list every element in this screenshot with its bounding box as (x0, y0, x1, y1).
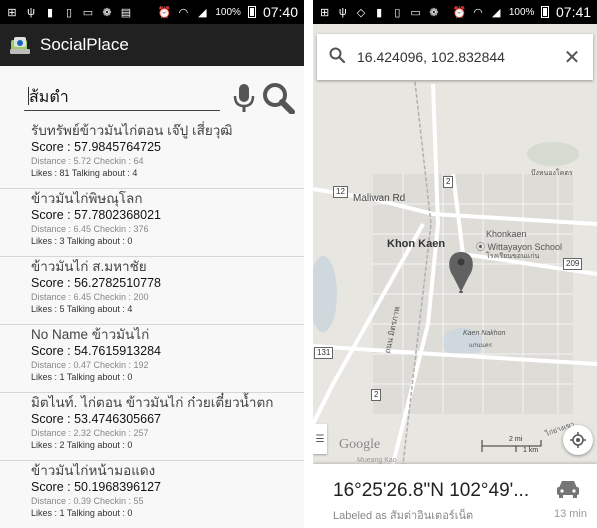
alarm-icon: ⏰ (452, 6, 467, 19)
list-item[interactable]: ข้าวมันไก่หน้ามอแดง Score : 50.196839612… (0, 461, 304, 528)
place-name: รับทรัพย์ข้าวมันไก่ตอน เจ๊ปู เสี่ยวุฒิ (31, 123, 233, 138)
road-shield-12: 12 (333, 186, 348, 198)
signal-icon: ◢ (198, 6, 207, 19)
sd-card-icon: ▯ (65, 6, 73, 19)
wifi-icon: ◠ (178, 6, 189, 19)
place-likes: Likes : 2 Talking about : 0 (31, 440, 133, 450)
top-right-place-label: บึงหนองโคตร (531, 170, 573, 177)
search-icon[interactable] (259, 82, 299, 115)
place-name: มิตไนท์. ไก่ตอน ข้าวมันไก่ ก๋วยเตี๋ยวน้ำ… (31, 395, 274, 410)
place-distance-checkin: Distance : 6.45 Checkin : 200 (31, 292, 149, 302)
place-likes: Likes : 81 Talking about : 4 (31, 168, 138, 178)
add-notification-icon: ⊞ (319, 6, 330, 19)
maliwan-road-label: Maliwan Rd (353, 193, 406, 204)
sd-card-icon: ▯ (394, 6, 401, 19)
place-likes: Likes : 3 Talking about : 0 (31, 236, 133, 246)
location-icon: ◇ (356, 6, 366, 19)
map-scale-bar: 2 mi 1 km (481, 436, 543, 456)
road-shield-209: 209 (563, 258, 583, 270)
battery-100-icon: ▭ (410, 6, 421, 19)
search-input[interactable]: ส้มตำ (24, 85, 220, 111)
alarm-icon: ⏰ (157, 6, 172, 19)
battery-percent: 100% (215, 6, 241, 18)
google-logo: Google (339, 437, 381, 452)
place-info-card[interactable]: 16°25'26.8"N 102°49'... Labeled as สัมต่… (313, 464, 597, 528)
menu-drawer-handle[interactable]: ☰ (313, 424, 327, 454)
place-name: No Name ข้าวมันไก่ (31, 327, 150, 342)
place-likes: Likes : 1 Talking about : 0 (31, 508, 133, 518)
lock-icon: ▮ (46, 6, 54, 19)
search-input-value: ส้มตำ (29, 89, 69, 106)
kaen-nakhon-thai-label: แก่นนคร (469, 343, 492, 349)
kaen-nakhon-label: Kaen Nakhon (463, 330, 506, 337)
battery-icon (541, 6, 549, 18)
battery-percent: 100% (508, 6, 535, 18)
place-distance-checkin: Distance : 6.45 Checkin : 376 (31, 224, 149, 234)
map-search-query: 16.424096, 102.832844 (357, 49, 505, 65)
school-thai-label: โรงเรียนขอนแก่น (486, 253, 540, 260)
app-bar: SocialPlace (0, 24, 304, 66)
place-distance-checkin: Distance : 5.72 Checkin : 64 (31, 156, 144, 166)
close-icon[interactable]: ✕ (561, 46, 583, 69)
scale-miles: 2 mi (509, 436, 523, 443)
place-label: Labeled as สัมต่าอินเตอร์เน็ต (333, 510, 474, 522)
place-coordinate: 16°25'26.8"N 102°49'... (333, 480, 530, 501)
list-item[interactable]: No Name ข้าวมันไก่ Score : 54.7615913284… (0, 325, 304, 393)
mueang-kao-label: Mueang Kao (357, 457, 397, 464)
results-list: รับทรัพย์ข้าวมันไก่ตอน เจ๊ปู เสี่ยวุฒิ S… (0, 121, 304, 528)
microphone-icon[interactable] (233, 82, 255, 114)
status-time: 07:40 (262, 4, 298, 20)
left-phone-screen: ⊞ ψ ▮ ▯ ▭ ❁ ▤ ⏰ ◠ ◢ 100% 07:40 SocialPla… (0, 0, 304, 528)
place-name: ข้าวมันไก่พิษณุโลก (31, 191, 143, 206)
right-phone-screen: ⊞ ψ ◇ ▮ ▯ ▭ ❁ ⏰ ◠ ◢ 100% 07:41 12 Maliwa… (313, 0, 597, 528)
wifi-icon: ◠ (473, 6, 483, 19)
place-name: ข้าวมันไก่ ส.มหาชัย (31, 259, 147, 274)
place-distance-checkin: Distance : 2.32 Checkin : 257 (31, 428, 149, 438)
place-score: Score : 57.7802368021 (31, 208, 161, 222)
scale-km: 1 km (523, 447, 539, 454)
place-score: Score : 50.1968396127 (31, 480, 161, 494)
crosshair-icon (570, 432, 586, 448)
place-distance-checkin: Distance : 0.47 Checkin : 192 (31, 360, 149, 370)
signal-icon: ◢ (491, 6, 501, 19)
road-shield-2-bottom: 2 (371, 389, 382, 401)
status-bar: ⊞ ψ ▮ ▯ ▭ ❁ ▤ ⏰ ◠ ◢ 100% 07:40 (0, 0, 304, 24)
status-time: 07:41 (556, 4, 592, 20)
usb-icon: ψ (27, 6, 35, 18)
app-icon: ❁ (429, 6, 439, 19)
road-shield-2-top: 2 (443, 176, 454, 188)
list-item[interactable]: รับทรัพย์ข้าวมันไก่ตอน เจ๊ปู เสี่ยวุฒิ S… (0, 121, 304, 189)
status-bar: ⊞ ψ ◇ ▮ ▯ ▭ ❁ ⏰ ◠ ◢ 100% 07:41 (313, 0, 597, 24)
place-score: Score : 54.7615913284 (31, 344, 161, 358)
image-icon: ▤ (120, 6, 132, 19)
battery-100-icon: ▭ (82, 6, 94, 19)
place-score: Score : 57.9845764725 (31, 140, 161, 154)
place-score: Score : 53.4746305667 (31, 412, 161, 426)
lock-icon: ▮ (376, 6, 383, 19)
road-shield-131: 131 (314, 347, 334, 359)
drive-time: 13 min (553, 508, 587, 520)
list-item[interactable]: ข้าวมันไก่ ส.มหาชัย Score : 56.278251077… (0, 257, 304, 325)
list-item[interactable]: ข้าวมันไก่พิษณุโลก Score : 57.7802368021… (0, 189, 304, 257)
khon-kaen-city-label: Khon Kaen (387, 238, 446, 250)
usb-icon: ψ (338, 6, 347, 18)
place-name: ข้าวมันไก่หน้ามอแดง (31, 463, 156, 478)
place-likes: Likes : 1 Talking about : 0 (31, 372, 133, 382)
search-row: ส้มตำ (24, 80, 302, 116)
place-distance-checkin: Distance : 0.39 Checkin : 55 (31, 496, 144, 506)
list-item[interactable]: มิตไนท์. ไก่ตอน ข้าวมันไก่ ก๋วยเตี๋ยวน้ำ… (0, 393, 304, 461)
place-score: Score : 56.2782510778 (31, 276, 161, 290)
khonkaen-school-label: Khonkaen (486, 229, 527, 239)
app-icon: ❁ (102, 6, 112, 19)
map-search-bar[interactable]: 16.424096, 102.832844 ✕ (317, 34, 593, 80)
app-logo-icon[interactable] (8, 34, 32, 56)
battery-icon (247, 6, 256, 18)
car-icon[interactable] (555, 478, 581, 500)
my-location-button[interactable] (563, 425, 593, 455)
place-likes: Likes : 5 Talking about : 4 (31, 304, 133, 314)
app-title: SocialPlace (40, 35, 129, 54)
search-icon (329, 47, 346, 68)
add-notification-icon: ⊞ (7, 6, 17, 19)
